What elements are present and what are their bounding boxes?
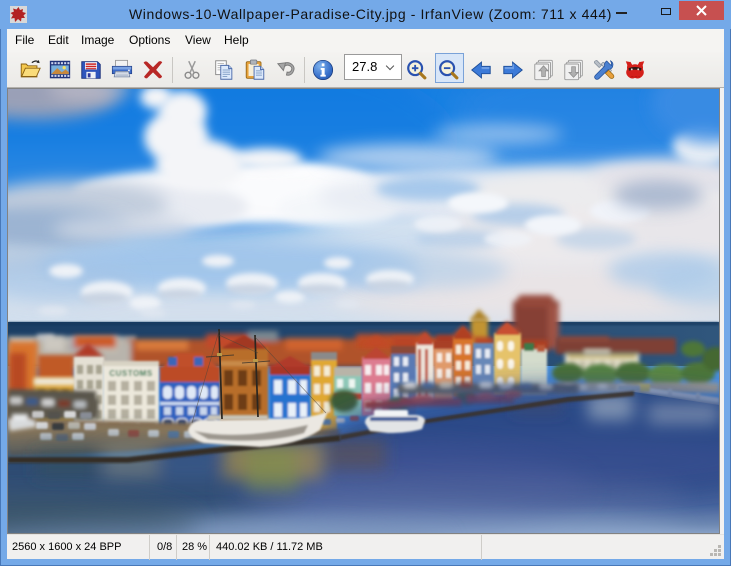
svg-text:CUSTOMS: CUSTOMS — [109, 369, 153, 378]
